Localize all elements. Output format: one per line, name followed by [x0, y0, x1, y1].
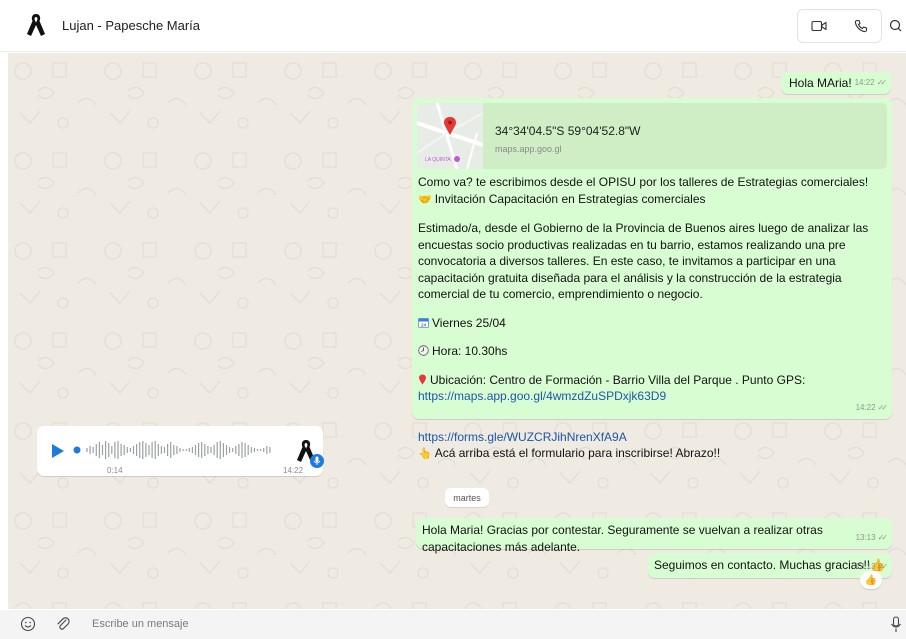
- outgoing-message[interactable]: Hola Maria! Gracias por contestar. Segur…: [416, 518, 892, 554]
- message-body: Como va? te escribimos desde el OPISU po…: [418, 174, 888, 463]
- audio-waveform[interactable]: [73, 439, 279, 461]
- gps-link[interactable]: https://maps.app.goo.gl/4wmzdZuSPDxjk63D…: [418, 389, 666, 403]
- handshake-emoji-icon: 🤝: [418, 193, 432, 206]
- outgoing-message[interactable]: Seguimos en contacto. Muchas gracias!!👍 …: [648, 553, 892, 578]
- message-line: 👆 Acá arriba está el formulario para insc…: [418, 445, 888, 463]
- message-line-text: Viernes 25/04: [432, 315, 506, 330]
- search-icon[interactable]: [888, 18, 904, 34]
- message-line-text: Invitación Capacitación en Estrategias c…: [434, 191, 706, 206]
- voice-duration: 0:14: [107, 466, 123, 475]
- calendar-emoji-icon: 24: [418, 317, 429, 328]
- video-call-icon: [811, 20, 827, 32]
- phone-call-icon: [854, 19, 868, 33]
- link-title: 34°34'04.5"S 59°04'52.8"W: [495, 124, 641, 138]
- message-meta: 14:22 ✓✓: [855, 400, 889, 417]
- message-time: 14:22: [855, 402, 876, 412]
- message-line: 24 Viernes 25/04: [418, 315, 888, 332]
- video-call-button[interactable]: [798, 10, 840, 42]
- form-link[interactable]: https://forms.gle/WUZCRJihNrenXfA9A: [418, 430, 627, 444]
- message-line-text: Acá arriba está el formulario para inscr…: [434, 446, 721, 460]
- message-paragraph: Estimado/a, desde el Gobierno de la Prov…: [418, 221, 869, 301]
- message-line-text: Hora: 10.30hs: [432, 344, 508, 358]
- pointing-up-emoji-icon: 👆: [418, 448, 432, 460]
- message-text: Seguimos en contacto. Muchas gracias!!👍: [654, 557, 885, 574]
- read-ticks-icon: ✓✓: [876, 77, 888, 87]
- read-ticks-icon: ✓✓: [877, 532, 889, 542]
- message-line: 🤝 Invitación Capacitación en Estrategias …: [418, 191, 888, 209]
- read-ticks-icon: ✓✓: [877, 402, 889, 412]
- outgoing-message[interactable]: LA QUINTA 34°34'04.5"S 59°04'52.8"W maps…: [412, 98, 892, 460]
- message-text: Hola MAria!: [789, 76, 852, 90]
- message-text-content: Seguimos en contacto. Muchas gracias!!: [654, 558, 871, 572]
- phone-call-button[interactable]: [840, 10, 882, 42]
- sender-avatar-icon: [297, 440, 324, 468]
- day-separator: martes: [445, 488, 489, 507]
- message-composer: [0, 610, 906, 639]
- clock-emoji-icon: [418, 345, 429, 356]
- message-line: Como va? te escribimos desde el OPISU po…: [418, 175, 869, 189]
- waveform-bars: [86, 441, 271, 459]
- message-meta: 14:22 ✓✓: [854, 75, 888, 92]
- location-link-preview[interactable]: LA QUINTA 34°34'04.5"S 59°04'52.8"W maps…: [417, 103, 887, 169]
- incoming-voice-message: 0:14 14:22: [37, 426, 324, 476]
- message-line-text: Ubicación: Centro de Formación - Barrio …: [430, 372, 806, 387]
- thumbs-up-reaction-icon: 👍: [864, 574, 878, 586]
- call-button-group: [797, 9, 882, 43]
- play-icon[interactable]: [51, 443, 65, 459]
- message-time: 13:13: [855, 532, 876, 542]
- calendar-day: 24: [421, 322, 427, 327]
- reaction-badge[interactable]: 👍: [860, 571, 882, 589]
- map-thumbnail: LA QUINTA: [417, 103, 483, 169]
- message-line: https://forms.gle/WUZCRJihNrenXfA9A: [418, 429, 888, 446]
- message-input[interactable]: [92, 614, 852, 634]
- message-meta: 13:13 ✓✓: [855, 530, 889, 547]
- chat-header: Lujan - Papesche María: [0, 0, 906, 52]
- map-label: LA QUINTA: [425, 157, 451, 163]
- chat-area[interactable]: Hola MAria! 14:22 ✓✓ LA QUINTA 34°34'04.…: [8, 53, 906, 609]
- black-ribbon-avatar-icon[interactable]: [24, 12, 48, 38]
- outgoing-message[interactable]: Hola MAria! 14:22 ✓✓: [781, 72, 891, 94]
- message-line: Hora: 10.30hs: [418, 343, 888, 360]
- pin-emoji-icon: [419, 374, 426, 384]
- message-line: Ubicación: Centro de Formación - Barrio …: [418, 372, 888, 405]
- attach-icon[interactable]: [55, 616, 71, 632]
- message-text: Hola Maria! Gracias por contestar. Segur…: [422, 523, 823, 554]
- microphone-icon[interactable]: [890, 616, 902, 633]
- link-domain: maps.app.goo.gl: [495, 144, 562, 154]
- message-time: 14:22: [854, 77, 875, 87]
- emoji-icon[interactable]: [20, 616, 36, 632]
- contact-name[interactable]: Lujan - Papesche María: [62, 18, 200, 33]
